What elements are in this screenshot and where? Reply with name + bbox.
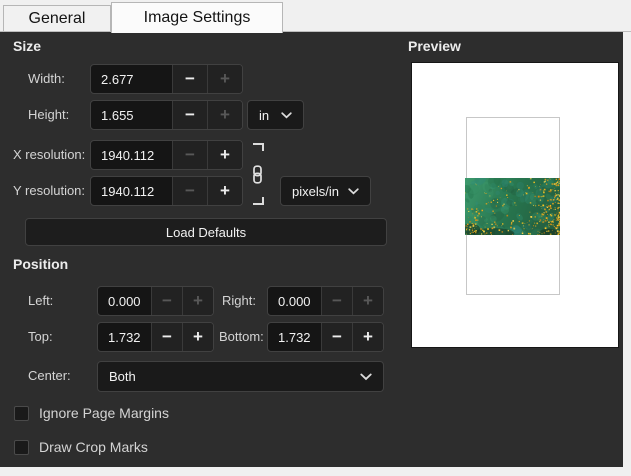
plus-icon: + xyxy=(220,105,230,125)
minus-icon: − xyxy=(185,69,195,89)
left-increment-button[interactable]: + xyxy=(182,287,213,315)
center-select[interactable]: Both xyxy=(97,361,384,392)
ignore-page-margins-checkbox[interactable] xyxy=(14,406,29,421)
minus-icon: − xyxy=(185,105,195,125)
tab-general[interactable]: General xyxy=(3,5,111,32)
preview-image xyxy=(465,178,560,235)
size-unit-value: in xyxy=(259,108,269,123)
center-label: Center: xyxy=(28,361,71,391)
height-label: Height: xyxy=(28,100,69,130)
y-resolution-decrement-button[interactable]: − xyxy=(172,177,207,205)
preview-section-heading: Preview xyxy=(408,38,461,54)
width-input[interactable]: 2.677 xyxy=(91,65,172,93)
plus-icon: + xyxy=(220,145,230,165)
right-label: Right: xyxy=(222,286,256,316)
x-resolution-input[interactable]: 1940.112 xyxy=(91,141,172,169)
y-resolution-increment-button[interactable]: + xyxy=(207,177,242,205)
top-increment-button[interactable]: + xyxy=(182,323,213,351)
minus-icon: − xyxy=(162,327,172,347)
draw-crop-marks-checkbox[interactable] xyxy=(14,440,29,455)
x-resolution-increment-button[interactable]: + xyxy=(207,141,242,169)
tab-image-settings[interactable]: Image Settings xyxy=(111,2,283,33)
minus-icon: − xyxy=(332,291,342,311)
x-resolution-spinbox: 1940.112 − + xyxy=(90,140,243,170)
minus-icon: − xyxy=(332,327,342,347)
width-increment-button[interactable]: + xyxy=(207,65,242,93)
link-bracket-bottom-icon xyxy=(253,197,264,205)
minus-icon: − xyxy=(162,291,172,311)
draw-crop-marks-option[interactable]: Draw Crop Marks xyxy=(14,439,148,455)
settings-panel: Size Width: 2.677 − + Height: 1.655 − + … xyxy=(0,32,623,467)
draw-crop-marks-label: Draw Crop Marks xyxy=(39,439,148,455)
x-resolution-label: X resolution: xyxy=(13,140,85,170)
ignore-page-margins-option[interactable]: Ignore Page Margins xyxy=(14,405,169,421)
top-input[interactable]: 1.732 xyxy=(98,323,151,351)
right-input[interactable]: 0.000 xyxy=(268,287,321,315)
minus-icon: − xyxy=(185,145,195,165)
top-spinbox: 1.732 − + xyxy=(97,322,214,352)
left-decrement-button[interactable]: − xyxy=(151,287,182,315)
chain-link-icon xyxy=(251,165,264,184)
width-decrement-button[interactable]: − xyxy=(172,65,207,93)
bottom-spinbox: 1.732 − + xyxy=(267,322,384,352)
height-decrement-button[interactable]: − xyxy=(172,101,207,129)
ignore-page-margins-label: Ignore Page Margins xyxy=(39,405,169,421)
link-bracket-top-icon xyxy=(253,143,264,151)
y-resolution-input[interactable]: 1940.112 xyxy=(91,177,172,205)
plus-icon: + xyxy=(193,327,203,347)
height-spinbox: 1.655 − + xyxy=(90,100,243,130)
bottom-increment-button[interactable]: + xyxy=(352,323,383,351)
bottom-decrement-button[interactable]: − xyxy=(321,323,352,351)
plus-icon: + xyxy=(193,291,203,311)
y-resolution-label: Y resolution: xyxy=(13,176,85,206)
preview-page xyxy=(411,62,619,348)
height-input[interactable]: 1.655 xyxy=(91,101,172,129)
chevron-down-icon xyxy=(360,373,372,381)
left-input[interactable]: 0.000 xyxy=(98,287,151,315)
x-resolution-decrement-button[interactable]: − xyxy=(172,141,207,169)
tab-bar: General Image Settings xyxy=(0,0,631,32)
top-decrement-button[interactable]: − xyxy=(151,323,182,351)
minus-icon: − xyxy=(185,181,195,201)
left-spinbox: 0.000 − + xyxy=(97,286,214,316)
chevron-down-icon xyxy=(281,112,292,119)
plus-icon: + xyxy=(220,181,230,201)
left-label: Left: xyxy=(28,286,53,316)
center-value: Both xyxy=(109,369,136,384)
image-settings-dialog: General Image Settings Size Width: 2.677… xyxy=(0,0,631,476)
bottom-label: Bottom: xyxy=(219,322,264,352)
resolution-link-toggle[interactable] xyxy=(250,143,264,205)
top-label: Top: xyxy=(28,322,53,352)
width-spinbox: 2.677 − + xyxy=(90,64,243,94)
plus-icon: + xyxy=(363,291,373,311)
resolution-unit-select[interactable]: pixels/in xyxy=(280,176,371,206)
plus-icon: + xyxy=(363,327,373,347)
plus-icon: + xyxy=(220,69,230,89)
right-spinbox: 0.000 − + xyxy=(267,286,384,316)
right-decrement-button[interactable]: − xyxy=(321,287,352,315)
right-increment-button[interactable]: + xyxy=(352,287,383,315)
size-section-heading: Size xyxy=(13,38,41,54)
resolution-unit-value: pixels/in xyxy=(292,184,339,199)
height-increment-button[interactable]: + xyxy=(207,101,242,129)
position-section-heading: Position xyxy=(13,256,68,272)
bottom-input[interactable]: 1.732 xyxy=(268,323,321,351)
size-unit-select[interactable]: in xyxy=(247,100,304,130)
y-resolution-spinbox: 1940.112 − + xyxy=(90,176,243,206)
chevron-down-icon xyxy=(348,188,359,195)
width-label: Width: xyxy=(28,64,65,94)
load-defaults-button[interactable]: Load Defaults xyxy=(25,218,387,246)
